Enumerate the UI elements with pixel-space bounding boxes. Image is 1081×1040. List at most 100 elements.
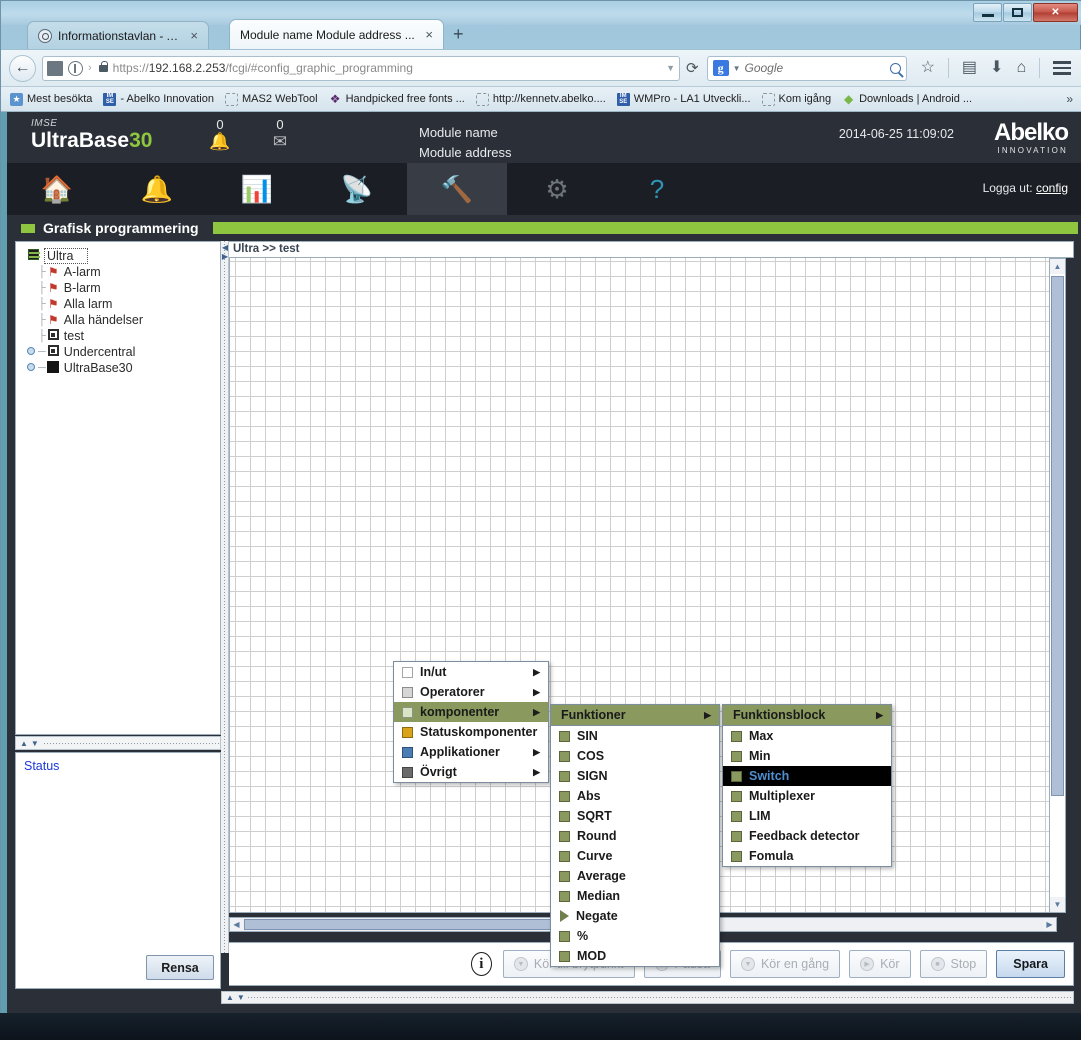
scroll-down-icon[interactable]: ▼ [1050, 897, 1065, 912]
nav-charts[interactable]: 📊 [207, 163, 307, 215]
menu-item-sin[interactable]: SIN [551, 726, 719, 746]
menu-item-sign[interactable]: SIGN [551, 766, 719, 786]
download-icon[interactable]: ⬇ [990, 60, 1003, 76]
bookmark-star-icon[interactable]: ☆ [921, 60, 935, 76]
tree-node-undercentral[interactable]: ─ Undercentral [24, 344, 220, 360]
home-icon[interactable]: ⌂ [1016, 60, 1026, 76]
run-once-button[interactable]: ▼ Kör en gång [729, 950, 841, 978]
menu-item-min[interactable]: Min [723, 746, 891, 766]
tab-close-icon[interactable]: × [423, 27, 435, 42]
menu-item-feedback-detector[interactable]: Feedback detector [723, 826, 891, 846]
browser-tab-2[interactable]: Module name Module address ... × [229, 19, 444, 49]
tree-node-test[interactable]: ├ test [24, 328, 220, 344]
search-bar[interactable]: g ▼ Google [706, 55, 907, 81]
menu-item-operatorer[interactable]: Operatorer ▶ [394, 682, 548, 702]
bookmark-item[interactable]: IM SE WMPro - LA1 Utveckli... [613, 91, 755, 108]
nav-home[interactable]: 🏠 [7, 163, 107, 215]
menu-item-max[interactable]: Max [723, 726, 891, 746]
menu-icon[interactable] [1053, 61, 1072, 75]
tree-view[interactable]: Ultra ├ ⚑ A-larm ├ ⚑ B-larm ├ ⚑ Alla lar… [15, 241, 221, 735]
left-panel-splitter[interactable]: ▲ ▼ [15, 736, 221, 750]
nav-alarms[interactable]: 🔔 [107, 163, 207, 215]
bookmark-item[interactable]: ★ Mest besökta [6, 91, 96, 108]
chevron-down-icon[interactable]: ▼ [733, 64, 741, 73]
menu-item-average[interactable]: Average [551, 866, 719, 886]
vscroll-thumb[interactable] [1051, 276, 1064, 796]
reading-list-icon[interactable]: ▤ [962, 60, 977, 76]
menu-item-multiplexer[interactable]: Multiplexer [723, 786, 891, 806]
collapse-up-icon[interactable]: ▲ [226, 993, 234, 1002]
bookmarks-overflow-icon[interactable]: » [1066, 92, 1077, 106]
back-button[interactable]: ← [9, 54, 36, 82]
nav-settings[interactable]: ⚙ [507, 163, 607, 215]
stop-button[interactable]: ■ Stop [919, 950, 988, 978]
menu-item-negate[interactable]: Negate [551, 906, 719, 926]
menu-item-fomula[interactable]: Fomula [723, 846, 891, 866]
search-icon[interactable] [889, 62, 901, 74]
menu-item-switch[interactable]: Switch [723, 766, 891, 786]
run-button[interactable]: ▶ Kör [849, 950, 911, 978]
reload-icon[interactable]: ⟳ [686, 59, 699, 77]
scroll-right-icon[interactable]: ▶ [1043, 918, 1056, 931]
nav-network[interactable]: 📡 [307, 163, 407, 215]
save-button[interactable]: Spara [996, 950, 1065, 978]
menu-item-curve[interactable]: Curve [551, 846, 719, 866]
menu-item-cos[interactable]: COS [551, 746, 719, 766]
tree-node-b-larm[interactable]: ├ ⚑ B-larm [24, 280, 220, 296]
bookmark-item[interactable]: http://kennetv.abelko.... [472, 91, 610, 108]
collapse-left-icon[interactable]: ◀ [221, 243, 229, 252]
expander-icon[interactable] [24, 346, 38, 358]
menu-item-applikationer[interactable]: Applikationer ▶ [394, 742, 548, 762]
url-dropdown-icon[interactable]: ▼ [666, 63, 675, 73]
collapse-down-icon[interactable]: ▼ [31, 739, 39, 748]
menu-item-sqrt[interactable]: SQRT [551, 806, 719, 826]
nav-help[interactable]: ? [607, 163, 707, 215]
menu-item-statuskomponenter[interactable]: Statuskomponenter ▶ [394, 722, 561, 742]
message-counter[interactable]: 0 ✉ [263, 117, 297, 151]
scroll-up-icon[interactable]: ▲ [1050, 259, 1065, 274]
collapse-right-icon[interactable]: ▶ [221, 252, 229, 261]
bookmark-item[interactable]: IM SE - Abelko Innovation [99, 91, 218, 108]
bookmark-item[interactable]: ❖ Handpicked free fonts ... [325, 91, 469, 108]
tree-node-alla-handelser[interactable]: ├ ⚑ Alla händelser [24, 312, 220, 328]
logout-user-link[interactable]: config [1036, 181, 1068, 195]
menu-item-round[interactable]: Round [551, 826, 719, 846]
canvas-splitter[interactable]: ◀ ▶ [221, 241, 229, 953]
submenu-header-funktioner[interactable]: Funktioner ▶ [551, 705, 719, 726]
menu-item-mod[interactable]: MOD [551, 946, 719, 966]
bookmark-item[interactable]: MAS2 WebTool [221, 91, 322, 108]
info-icon[interactable]: i [470, 952, 492, 976]
submenu-header-funktionsblock[interactable]: Funktionsblock ▶ [723, 705, 891, 726]
scroll-left-icon[interactable]: ◀ [230, 918, 243, 931]
tree-node-alla-larm[interactable]: ├ ⚑ Alla larm [24, 296, 220, 312]
tab-close-icon[interactable]: × [188, 28, 200, 43]
url-bar[interactable]: › https://192.168.2.253/fcgi/#config_gra… [42, 55, 680, 81]
menu-item-komponenter[interactable]: komponenter ▶ [394, 702, 548, 722]
expander-icon[interactable] [24, 362, 38, 374]
menu-item-percent[interactable]: % [551, 926, 719, 946]
search-input[interactable]: Google [745, 61, 886, 75]
new-tab-button[interactable]: + [453, 25, 464, 43]
tree-node-a-larm[interactable]: ├ ⚑ A-larm [24, 264, 220, 280]
nav-config[interactable]: 🔨 [407, 163, 507, 215]
menu-item-ovrigt[interactable]: Övrigt ▶ [394, 762, 548, 782]
context-menu-level1[interactable]: In/ut ▶ Operatorer ▶ komponenter ▶ Statu… [393, 661, 561, 783]
alarm-counter[interactable]: 0 🔔 [203, 117, 237, 151]
tree-node-ultra[interactable]: Ultra [26, 248, 220, 264]
collapse-up-icon[interactable]: ▲ [20, 739, 28, 748]
bookmark-item[interactable]: Kom igång [758, 91, 836, 108]
context-menu-funktionsblock[interactable]: Funktionsblock ▶ Max Min Switch Multiple… [722, 704, 892, 867]
browser-tab-1[interactable]: Informationstavlan - Abelk... × [27, 21, 209, 49]
context-menu-funktioner[interactable]: Funktioner ▶ SIN COS SIGN Abs SQRT Round… [550, 704, 720, 967]
hscroll-thumb[interactable] [244, 919, 589, 930]
menu-item-lim[interactable]: LIM [723, 806, 891, 826]
menu-item-abs[interactable]: Abs [551, 786, 719, 806]
canvas-vertical-scrollbar[interactable]: ▲ ▼ [1049, 258, 1066, 913]
menu-item-median[interactable]: Median [551, 886, 719, 906]
clear-button[interactable]: Rensa [146, 955, 214, 980]
bottom-splitter[interactable]: ▲ ▼ [221, 991, 1074, 1004]
collapse-down-icon[interactable]: ▼ [237, 993, 245, 1002]
bookmark-item[interactable]: ◆ Downloads | Android ... [838, 91, 976, 108]
menu-item-inut[interactable]: In/ut ▶ [394, 662, 548, 682]
tree-node-ultrabase30[interactable]: ─ UltraBase30 [24, 360, 220, 376]
